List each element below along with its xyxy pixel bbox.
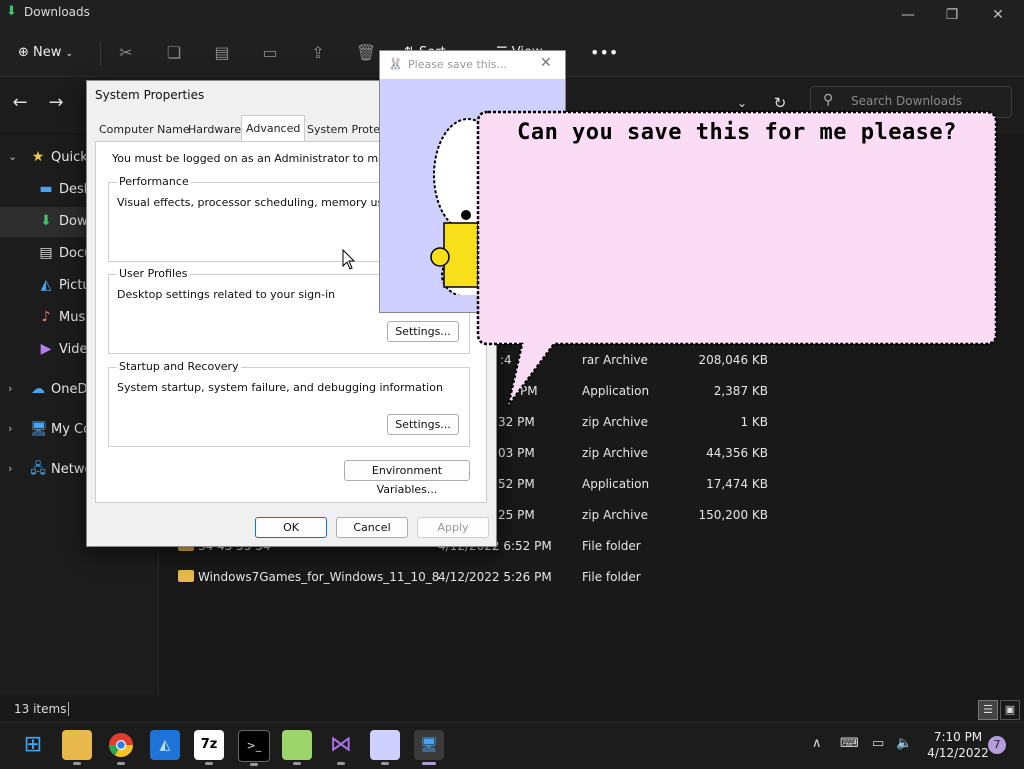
download-icon: ⬇ bbox=[40, 213, 52, 229]
pictures-icon: ◭ bbox=[40, 277, 52, 293]
star-icon: ★ bbox=[31, 149, 45, 165]
running-indicator bbox=[117, 762, 125, 765]
desktop-icon: ▬ bbox=[39, 181, 53, 197]
volume-icon[interactable]: 🔈 bbox=[896, 736, 912, 751]
divider bbox=[100, 42, 101, 66]
music-icon: ♪ bbox=[41, 309, 51, 325]
item-count: 13 items bbox=[14, 702, 67, 716]
folder-icon bbox=[178, 570, 194, 582]
running-indicator bbox=[73, 762, 81, 765]
mouse-cursor-icon bbox=[342, 249, 356, 270]
photos-icon[interactable]: ◭ bbox=[150, 730, 180, 760]
tab-computer-name[interactable]: Computer Name bbox=[95, 119, 194, 141]
minimize-button[interactable]: — bbox=[888, 4, 928, 26]
speech-bubble: Can you save this for me please? bbox=[474, 108, 1000, 407]
startup-settings-button[interactable]: Settings... bbox=[387, 414, 459, 435]
search-placeholder: Search Downloads bbox=[851, 94, 962, 108]
close-icon[interactable]: ✕ bbox=[540, 55, 552, 71]
document-icon: ▤ bbox=[39, 245, 53, 261]
7zip-icon[interactable]: 7z bbox=[194, 730, 224, 765]
terminal-icon[interactable]: >_ bbox=[238, 730, 270, 766]
plus-circle-icon: ⊕ bbox=[18, 45, 29, 60]
more-options-icon[interactable]: ••• bbox=[590, 40, 618, 66]
running-indicator bbox=[337, 762, 345, 765]
chevron-right-icon: › bbox=[8, 462, 13, 475]
keyboard-icon[interactable]: ⌨ bbox=[840, 736, 859, 751]
tab-hardware[interactable]: Hardware bbox=[184, 119, 245, 141]
status-bar: 13 items ☰ ▣ bbox=[0, 696, 1024, 722]
tab-advanced[interactable]: Advanced bbox=[241, 115, 306, 142]
apply-button[interactable]: Apply bbox=[417, 517, 489, 538]
rename-icon[interactable]: ▭ bbox=[258, 40, 282, 66]
file-explorer-icon[interactable] bbox=[62, 730, 92, 765]
delete-icon[interactable]: 🗑 bbox=[354, 40, 378, 66]
start-icon[interactable]: ⊞ bbox=[18, 730, 48, 760]
startup-recovery-group: Startup and Recovery System startup, sys… bbox=[108, 360, 470, 447]
ok-button[interactable]: OK bbox=[255, 517, 327, 538]
new-button[interactable]: ⊕ New ⌄ bbox=[18, 40, 88, 66]
notification-badge[interactable]: 7 bbox=[988, 736, 1006, 754]
network-status-icon[interactable]: ▭ bbox=[872, 736, 884, 751]
network-icon: 🖧 bbox=[30, 461, 46, 477]
search-icon: ⚲ bbox=[823, 92, 834, 108]
bunny-app-icon[interactable] bbox=[370, 730, 400, 765]
cloud-icon: ☁ bbox=[31, 381, 45, 397]
taskbar: ⊞ ◭ 7z >_ ⋈ 🖥 ∧ ⌨ ▭ 🔈 7:10 PM 4/12/2022 … bbox=[0, 722, 1024, 769]
computer-icon: 🖥 bbox=[30, 421, 48, 437]
environment-variables-button[interactable]: Environment Variables... bbox=[344, 460, 470, 496]
cancel-button[interactable]: Cancel bbox=[336, 517, 408, 538]
videos-icon: ▶ bbox=[40, 341, 52, 357]
please-save-title: Please save this... bbox=[408, 58, 507, 71]
paste-icon[interactable]: ▤ bbox=[210, 40, 234, 66]
running-indicator bbox=[250, 763, 258, 766]
running-indicator bbox=[205, 762, 213, 765]
speech-bubble-shape bbox=[476, 110, 998, 407]
maximize-button[interactable]: ❐ bbox=[932, 4, 972, 26]
tiles-view-icon[interactable]: ▣ bbox=[1000, 700, 1020, 720]
back-arrow-icon[interactable]: ← bbox=[8, 91, 32, 115]
running-indicator bbox=[293, 762, 301, 765]
chevron-right-icon: › bbox=[8, 382, 13, 395]
system-app-icon[interactable]: 🖥 bbox=[414, 730, 444, 765]
dialog-title: System Properties bbox=[95, 88, 205, 102]
file-row[interactable]: Windows7Games_for_Windows_11_10_8 4/12/2… bbox=[170, 562, 820, 592]
explorer-titlebar: ⬇ Downloads — ❐ ✕ bbox=[0, 0, 1024, 30]
please-save-titlebar: 🐰 Please save this... ✕ bbox=[380, 51, 565, 79]
copy-icon[interactable]: ❏ bbox=[162, 40, 186, 66]
window-title: Downloads bbox=[24, 5, 90, 19]
chevron-down-icon: ⌄ bbox=[8, 150, 18, 163]
running-indicator bbox=[422, 762, 436, 765]
forward-arrow-icon[interactable]: → bbox=[44, 91, 68, 115]
share-icon[interactable]: ⇪ bbox=[306, 40, 330, 66]
chevron-up-icon[interactable]: ∧ bbox=[812, 736, 822, 751]
close-button[interactable]: ✕ bbox=[978, 4, 1018, 26]
details-view-icon[interactable]: ☰ bbox=[978, 700, 998, 720]
clock[interactable]: 7:10 PM 4/12/2022 bbox=[918, 729, 998, 761]
visual-studio-icon[interactable]: ⋈ bbox=[326, 730, 356, 765]
chevron-down-icon: ⌄ bbox=[65, 49, 74, 59]
chevron-right-icon: › bbox=[8, 422, 13, 435]
running-indicator bbox=[381, 762, 389, 765]
speech-bubble-text: Can you save this for me please? bbox=[517, 120, 957, 145]
download-icon: ⬇ bbox=[6, 4, 17, 19]
cut-icon[interactable]: ✂ bbox=[114, 40, 138, 66]
user-profiles-settings-button[interactable]: Settings... bbox=[387, 321, 459, 342]
chrome-icon[interactable] bbox=[106, 730, 136, 765]
notepad-icon[interactable] bbox=[282, 730, 312, 765]
divider bbox=[68, 702, 69, 716]
bunny-icon: 🐰 bbox=[388, 57, 403, 71]
